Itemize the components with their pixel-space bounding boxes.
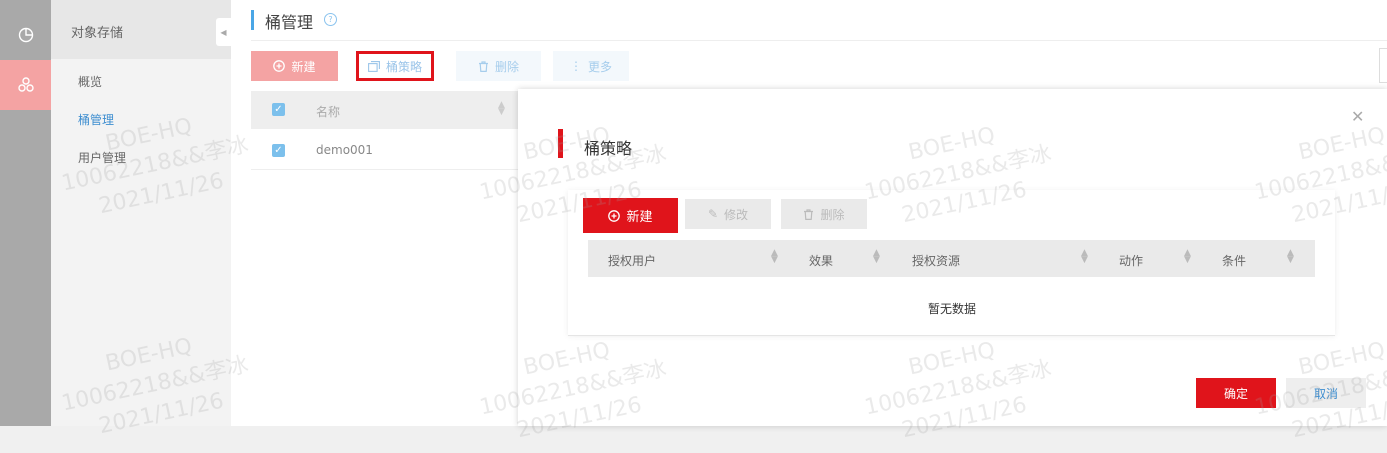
divider [568, 335, 1335, 336]
empty-state-text: 暂无数据 [928, 302, 977, 316]
sidebar-item-user-management[interactable]: 用户管理 [78, 149, 126, 166]
sidebar-item-overview[interactable]: 概览 [78, 73, 102, 90]
column-header-condition[interactable]: 条件 [1222, 252, 1246, 269]
dialog-title-accent-bar [558, 129, 563, 158]
dialog-title: 桶策略 [584, 139, 633, 158]
sort-icon[interactable]: ▲ ▼ [873, 249, 880, 265]
page-title: 桶管理 [265, 13, 314, 32]
column-header-grantee[interactable]: 授权用户 [608, 252, 656, 269]
sort-icon[interactable]: ▲ ▼ [771, 249, 778, 265]
icon-rail [0, 0, 51, 426]
sidebar-item-bucket-management[interactable]: 桶管理 [78, 111, 114, 128]
column-header-name[interactable]: 名称 [316, 103, 340, 120]
close-icon[interactable]: ✕ [1351, 107, 1364, 126]
column-header-effect[interactable]: 效果 [809, 252, 833, 269]
bucket-policy-button[interactable]: 桶策略 [356, 51, 434, 81]
cancel-button[interactable]: 取消 [1286, 378, 1366, 408]
sort-icon[interactable]: ▲ ▼ [1081, 249, 1088, 265]
sort-icon[interactable]: ▲ ▼ [1184, 249, 1191, 265]
help-icon[interactable]: ? [324, 13, 337, 26]
row-checkbox[interactable]: ✓ [272, 144, 285, 157]
bucket-policy-label: 桶策略 [385, 59, 422, 74]
collapse-sidebar-button[interactable]: ◀ [216, 18, 231, 46]
plus-circle-icon [273, 60, 286, 72]
confirm-button[interactable]: 确定 [1196, 378, 1276, 408]
more-label: 更多 [587, 59, 612, 74]
more-vertical-icon: ⋮ [569, 59, 582, 73]
new-policy-label: 新建 [626, 210, 653, 225]
watermark: BOE-HQ 10062218&&李冰 2021/11/26 [862, 337, 1054, 444]
search-box-edge[interactable] [1379, 48, 1387, 83]
rail-item-dashboard[interactable] [0, 10, 51, 60]
rail-item-object-storage[interactable] [0, 60, 51, 110]
select-all-checkbox[interactable]: ✓ [272, 103, 285, 116]
new-bucket-button[interactable]: 新建 [251, 51, 338, 81]
plus-circle-icon [608, 209, 621, 222]
column-header-resource[interactable]: 授权资源 [912, 252, 960, 269]
cubes-icon [17, 77, 34, 92]
policy-table-header: 授权用户 ▲ ▼ 效果 ▲ ▼ 授权资源 ▲ ▼ 动作 ▲ ▼ 条件 ▲ ▼ [588, 240, 1315, 277]
column-header-action[interactable]: 动作 [1119, 252, 1143, 269]
pie-chart-icon [18, 27, 33, 43]
sub-sidebar: 对象存储 ◀ 概览 桶管理 用户管理 [51, 0, 231, 426]
new-bucket-label: 新建 [291, 59, 316, 74]
new-policy-button[interactable]: 新建 [583, 198, 678, 233]
trash-icon [804, 208, 814, 220]
sort-icon[interactable]: ▲ ▼ [1287, 249, 1294, 265]
delete-bucket-label: 删除 [494, 59, 519, 74]
sidebar-section-title: 对象存储 [71, 26, 124, 41]
bucket-name-cell[interactable]: demo001 [316, 143, 373, 157]
bucket-policy-dialog: ✕ 桶策略 新建 ✎ 修改 删除 授权用户 ▲ ▼ 效果 ▲ ▼ 授权资源 ▲ ▼ 动… [477, 89, 1387, 443]
pencil-icon: ✎ [707, 207, 719, 221]
divider [251, 40, 1387, 41]
more-button[interactable]: ⋮ 更多 [553, 51, 629, 81]
delete-bucket-button[interactable]: 删除 [456, 51, 541, 81]
policy-icon [368, 60, 380, 72]
trash-icon [478, 60, 488, 72]
title-accent-bar [251, 10, 254, 30]
sort-icon[interactable]: ▲ ▼ [498, 101, 505, 117]
edit-policy-button[interactable]: ✎ 修改 [685, 199, 771, 229]
edit-policy-label: 修改 [724, 207, 749, 222]
delete-policy-button[interactable]: 删除 [781, 199, 867, 229]
chevron-left-icon: ◀ [220, 27, 227, 37]
delete-policy-label: 删除 [820, 207, 845, 222]
